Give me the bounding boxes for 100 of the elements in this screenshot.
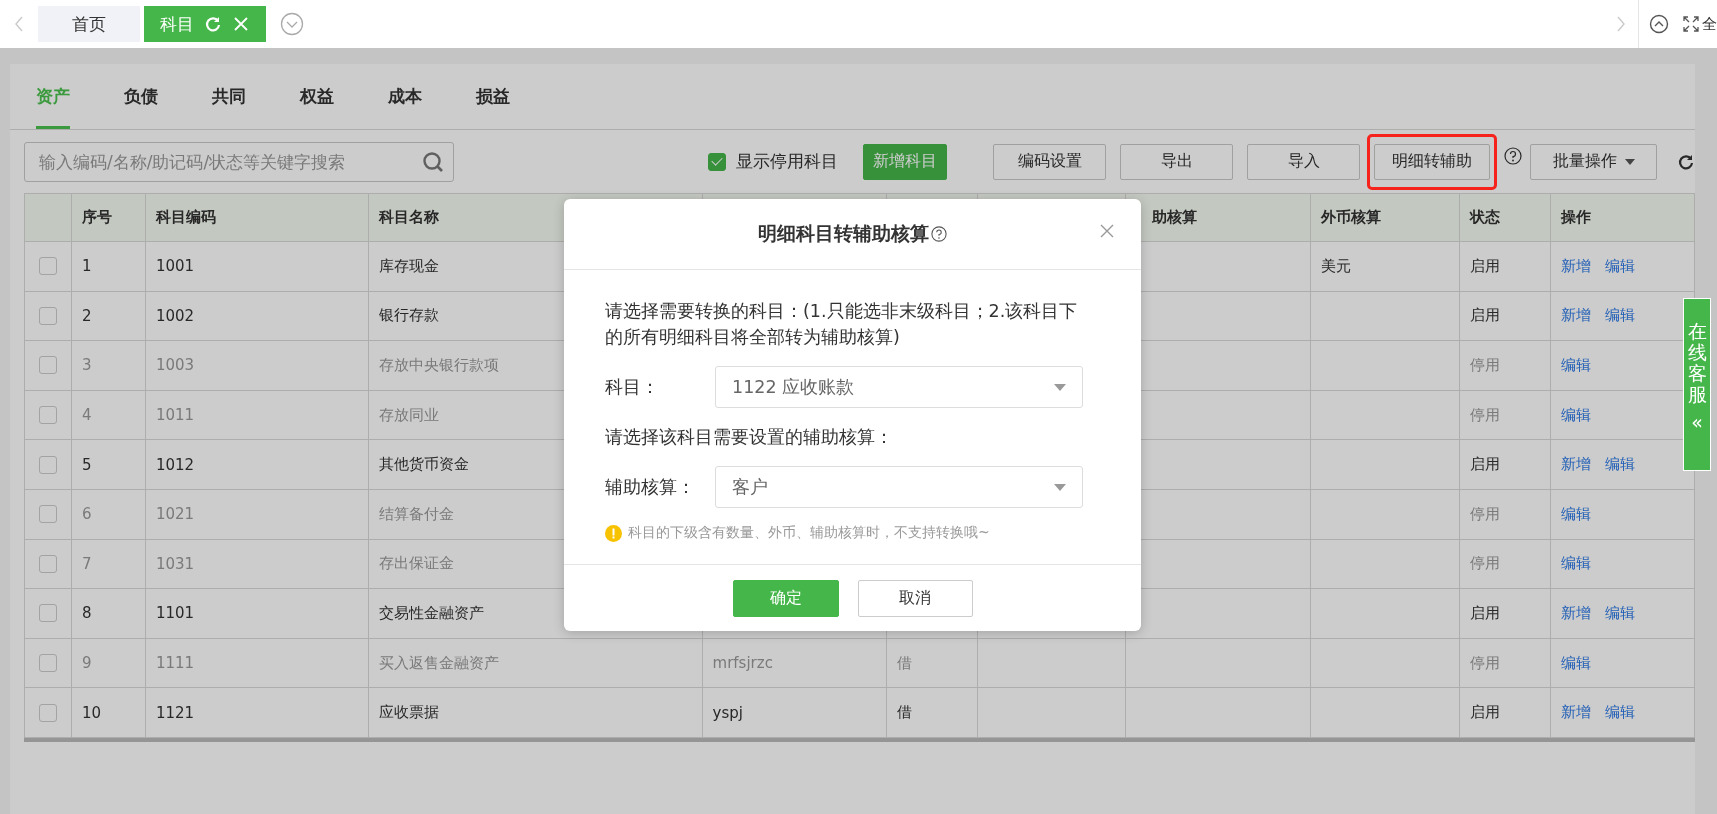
table-cell: 1012 <box>155 455 195 474</box>
category-tab[interactable]: 资产 <box>36 64 70 129</box>
action-link[interactable]: 新增 <box>1561 256 1591 275</box>
table-cell: 7 <box>81 554 92 573</box>
row-checkbox[interactable] <box>39 306 57 325</box>
close-icon[interactable] <box>232 15 250 33</box>
table-cell: 启用 <box>1470 256 1501 275</box>
category-tab[interactable]: 权益 <box>300 64 334 129</box>
select-field[interactable]: 客户 <box>715 466 1083 508</box>
table-cell: 银行存款 <box>378 306 439 325</box>
caret-icon <box>1054 483 1066 491</box>
row-checkbox[interactable] <box>39 455 57 474</box>
table-cell: 1111 <box>155 654 195 673</box>
table-cell: 3 <box>81 356 92 375</box>
column-header: 助核算 <box>1152 208 1198 226</box>
field-label: 科目： <box>605 376 660 399</box>
table-cell: 停用 <box>1470 504 1501 523</box>
toolbar-button[interactable]: 明细转辅助 <box>1374 143 1490 180</box>
row-checkbox[interactable] <box>39 257 57 276</box>
action-link[interactable]: 新增 <box>1561 603 1591 622</box>
dialog-button[interactable]: 确定 <box>732 579 839 617</box>
fullscreen-icon[interactable] <box>1683 16 1699 32</box>
table-cell: 2 <box>81 306 92 325</box>
action-link[interactable]: 编辑 <box>1605 306 1635 325</box>
table-cell: 停用 <box>1470 554 1501 573</box>
table-cell: 8 <box>81 604 92 623</box>
instruction-text: 请选择该科目需要设置的辅助核算： <box>605 426 894 449</box>
table-cell: 启用 <box>1470 306 1501 325</box>
toolbar-button[interactable]: 编码设置 <box>993 143 1106 180</box>
search-icon[interactable] <box>422 150 444 173</box>
table-cell: 1001 <box>155 257 195 276</box>
checkbox[interactable] <box>708 152 726 171</box>
column-header: 科目编码 <box>155 208 216 226</box>
column-header: 状态 <box>1470 208 1501 226</box>
help-icon[interactable] <box>1504 146 1522 165</box>
action-link[interactable]: 新增 <box>1561 306 1591 325</box>
up-circle-icon[interactable] <box>1649 14 1669 34</box>
action-link[interactable]: 新增 <box>1561 703 1591 722</box>
table-cell: 交易性金融资产 <box>378 603 484 622</box>
table-cell: 1011 <box>155 406 195 425</box>
table-cell: 停用 <box>1470 356 1501 374</box>
table-cell: 借 <box>897 703 913 722</box>
table-cell: 10 <box>81 703 102 722</box>
field-label: 辅助核算： <box>605 476 696 499</box>
category-tab[interactable]: 负债 <box>124 64 158 129</box>
checkbox-label: 显示停用科目 <box>736 150 838 173</box>
table-cell: 启用 <box>1470 603 1501 622</box>
toolbar-button[interactable]: 导出 <box>1120 143 1233 180</box>
table-cell: 1101 <box>155 604 195 623</box>
select-field[interactable]: 1122 应收账款 <box>715 366 1083 408</box>
page-tab[interactable]: 科目 <box>144 6 266 42</box>
table-cell: mrfsjrzc <box>712 654 773 673</box>
warning-icon <box>605 524 622 542</box>
table-cell: 停用 <box>1470 405 1501 424</box>
dropdown-circle-icon[interactable] <box>280 12 304 36</box>
table-cell: 买入返售金融资产 <box>378 653 499 672</box>
category-tab[interactable]: 成本 <box>388 64 422 129</box>
category-tab[interactable]: 共同 <box>212 64 246 129</box>
table-cell: 1 <box>81 257 92 276</box>
table-cell: 9 <box>81 654 92 673</box>
close-icon[interactable] <box>1099 223 1115 239</box>
toolbar-button[interactable]: 导入 <box>1247 143 1360 180</box>
action-link[interactable]: 编辑 <box>1605 603 1635 622</box>
table-cell: 存放同业 <box>378 405 439 424</box>
refresh-icon[interactable] <box>1677 152 1695 171</box>
table-cell: 1031 <box>155 554 195 573</box>
toolbar-button[interactable]: 批量操作 <box>1530 143 1657 180</box>
row-checkbox[interactable] <box>39 703 57 722</box>
table-cell: 5 <box>81 455 92 474</box>
table-cell: 存放中央银行款项 <box>378 356 499 374</box>
caret-icon <box>1624 158 1635 165</box>
caret-icon <box>1054 383 1066 391</box>
dialog-title: 明细科目转辅助核算 <box>758 221 929 246</box>
table-cell: 4 <box>81 406 92 425</box>
action-link[interactable]: 编辑 <box>1605 703 1635 722</box>
table-cell: 1021 <box>155 505 195 524</box>
help-icon[interactable] <box>931 226 947 242</box>
fullscreen-label[interactable]: 全 <box>1702 14 1717 34</box>
row-checkbox[interactable] <box>39 604 57 623</box>
category-tab[interactable]: 损益 <box>476 64 510 129</box>
table-cell: 1003 <box>155 356 195 375</box>
table-cell: 应收票据 <box>378 703 439 722</box>
warning-text: 科目的下级含有数量、外币、辅助核算时，不支持转换哦~ <box>628 524 990 542</box>
column-header: 序号 <box>81 208 112 226</box>
action-link[interactable]: 编辑 <box>1605 455 1635 474</box>
online-service-tab[interactable]: 在线客服 « <box>1683 298 1711 471</box>
search-field[interactable]: 输入编码/名称/助记码/状态等关键字搜索 <box>24 141 454 182</box>
column-header: 外币核算 <box>1321 208 1382 226</box>
table-cell: 美元 <box>1321 256 1352 275</box>
column-header: 科目名称 <box>378 208 439 226</box>
action-link[interactable]: 编辑 <box>1605 256 1635 275</box>
table-cell: 1121 <box>155 703 195 722</box>
column-header: 操作 <box>1561 208 1591 226</box>
table-cell: yspj <box>712 703 743 722</box>
instruction-text: 请选择需要转换的科目：(1.只能选非末级科目；2.该科目下的所有明细科目将全部转为辅助核算) <box>605 300 1079 349</box>
action-link[interactable]: 新增 <box>1561 455 1591 474</box>
page-tab[interactable]: 首页 <box>38 6 140 42</box>
toolbar-button[interactable]: 新增科目 <box>863 143 947 180</box>
table-cell: 停用 <box>1470 653 1501 672</box>
dialog-button[interactable]: 取消 <box>857 579 973 617</box>
